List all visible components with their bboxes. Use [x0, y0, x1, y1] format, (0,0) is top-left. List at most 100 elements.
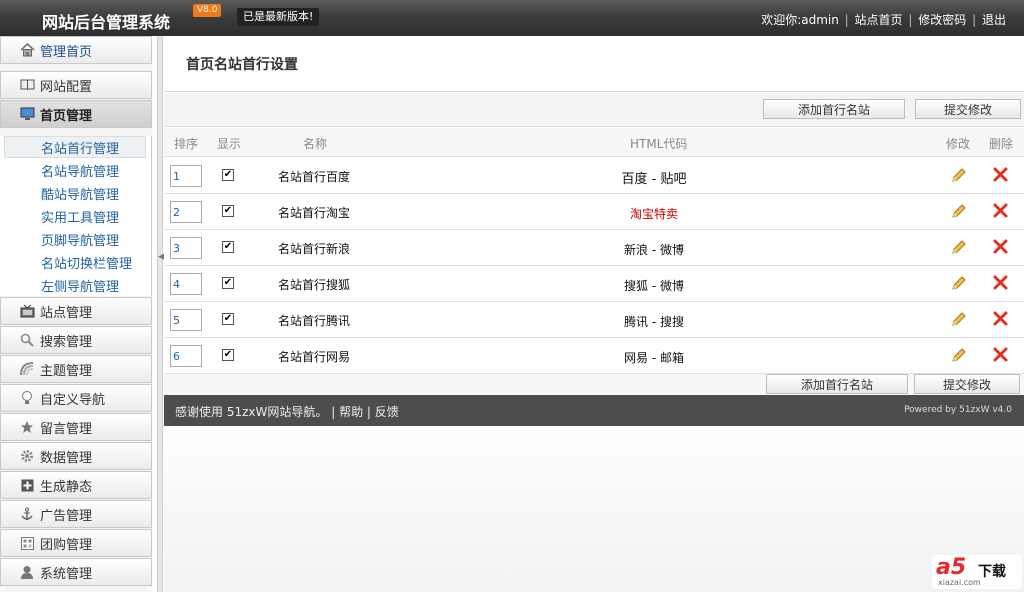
show-checkbox[interactable]: ✔: [222, 313, 234, 325]
site-name: 名站首行淘宝: [278, 206, 351, 220]
tv-icon: [19, 303, 35, 319]
sidebar-item-system-mgmt[interactable]: 系统管理: [0, 558, 152, 586]
show-checkbox[interactable]: ✔: [222, 277, 234, 289]
sidebar-item-label: 生成静态: [40, 479, 93, 495]
sidebar-item-label: 数据管理: [40, 450, 93, 466]
sort-order-input[interactable]: [170, 345, 202, 367]
monitor-icon: [19, 106, 35, 122]
delete-x-icon[interactable]: [993, 203, 1008, 221]
show-checkbox[interactable]: ✔: [222, 241, 234, 253]
sidebar-item-label: 站点管理: [40, 305, 93, 321]
sidebar-item-theme-mgmt[interactable]: 主题管理: [0, 355, 152, 383]
sidebar-item-message-mgmt[interactable]: 留言管理: [0, 413, 152, 441]
sidebar-item-ad-mgmt[interactable]: 广告管理: [0, 500, 152, 528]
sidebar: 管理首页 网站配置 首页管理 名站首行管理 名站导航管理 酷站导航管理 实用工具…: [0, 36, 152, 592]
sidebar-item-site-mgmt[interactable]: 站点管理: [0, 297, 152, 325]
sidebar-item-label: 管理首页: [40, 44, 93, 60]
site-name: 名站首行腾讯: [278, 314, 351, 328]
sidebar-item-label: 团购管理: [40, 537, 93, 553]
submit-changes-button-bottom[interactable]: 提交修改: [914, 374, 1020, 394]
subnav-item-cool-nav[interactable]: 酷站导航管理: [41, 184, 119, 203]
edit-pencil-icon[interactable]: [951, 275, 967, 294]
delete-x-icon[interactable]: [993, 275, 1008, 293]
sidebar-item-label: 广告管理: [40, 508, 93, 524]
plus-box-icon: [19, 477, 35, 493]
subnav-item-tools[interactable]: 实用工具管理: [41, 207, 119, 226]
sidebar-item-site-config[interactable]: 网站配置: [0, 71, 152, 99]
submit-changes-button[interactable]: 提交修改: [915, 99, 1021, 119]
html-code-preview[interactable]: 百度 - 贴吧: [554, 168, 754, 187]
sidebar-item-homepage-mgmt[interactable]: 首页管理: [0, 100, 152, 128]
delete-x-icon[interactable]: [993, 347, 1008, 365]
page-title: 首页名站首行设置: [186, 57, 298, 73]
footer-help-link[interactable]: 帮助: [339, 405, 363, 419]
sidebar-item-label: 留言管理: [40, 421, 93, 437]
subnav-item-footer-nav[interactable]: 页脚导航管理: [41, 230, 119, 249]
sort-order-input[interactable]: [170, 165, 202, 187]
gear-icon: [19, 448, 35, 464]
delete-x-icon[interactable]: [993, 311, 1008, 329]
sort-order-input[interactable]: [170, 273, 202, 295]
edit-pencil-icon[interactable]: [951, 347, 967, 366]
edit-pencil-icon[interactable]: [951, 203, 967, 222]
sidebar-item-search-mgmt[interactable]: 搜索管理: [0, 326, 152, 354]
html-code-preview[interactable]: 网易 - 邮箱: [554, 349, 754, 366]
main-content: 首页名站首行设置 添加首行名站 提交修改 排序 显示 名称 HTML代码 修改 …: [164, 36, 1024, 592]
subnav-item-left-nav[interactable]: 左侧导航管理: [41, 276, 119, 295]
edit-pencil-icon[interactable]: [951, 311, 967, 330]
show-checkbox[interactable]: ✔: [222, 349, 234, 361]
sort-order-input[interactable]: [170, 201, 202, 223]
sort-order-input[interactable]: [170, 309, 202, 331]
sidebar-item-custom-nav[interactable]: 自定义导航: [0, 384, 152, 412]
delete-x-icon[interactable]: [993, 239, 1008, 257]
subnav-item-famous-nav[interactable]: 名站导航管理: [41, 161, 119, 180]
footer-separator: |: [366, 405, 371, 419]
column-header-edit: 修改: [946, 137, 971, 151]
show-checkbox[interactable]: ✔: [222, 205, 234, 217]
add-first-row-site-button-bottom[interactable]: 添加首行名站: [766, 374, 908, 394]
sidebar-subnav: 名站首行管理 名站导航管理 酷站导航管理 实用工具管理 页脚导航管理 名站切换栏…: [0, 136, 152, 296]
nav-separator: |: [844, 13, 849, 27]
top-toolbar: 添加首行名站 提交修改: [164, 93, 1024, 127]
sidebar-item-data-mgmt[interactable]: 数据管理: [0, 442, 152, 470]
subnav-item-switch-bar[interactable]: 名站切换栏管理: [41, 253, 132, 272]
sidebar-item-label: 系统管理: [40, 566, 93, 582]
show-checkbox[interactable]: ✔: [222, 169, 234, 181]
sidebar-item-groupbuy-mgmt[interactable]: 团购管理: [0, 529, 152, 557]
column-header-delete: 删除: [989, 137, 1014, 151]
column-header-sort: 排序: [174, 137, 199, 151]
sidebar-item-admin-home[interactable]: 管理首页: [0, 36, 152, 64]
html-code-preview[interactable]: 新浪 - 微博: [554, 241, 754, 258]
site-name: 名站首行百度: [278, 170, 351, 184]
site-home-link[interactable]: 站点首页: [855, 13, 903, 27]
sort-order-input[interactable]: [170, 237, 202, 259]
footer-feedback-link[interactable]: 反馈: [375, 405, 399, 419]
user-icon: [19, 564, 35, 580]
change-password-link[interactable]: 修改密码: [918, 13, 966, 27]
table-row: ✔ 名站首行网易 网易 - 邮箱: [164, 338, 1024, 374]
add-first-row-site-button[interactable]: 添加首行名站: [763, 99, 905, 119]
nav-separator: |: [972, 13, 977, 27]
sidebar-item-generate-static[interactable]: 生成静态: [0, 471, 152, 499]
table-row: ✔ 名站首行腾讯 腾讯 - 搜搜: [164, 302, 1024, 338]
subnav-item-famous-first-row[interactable]: 名站首行管理: [41, 138, 119, 157]
delete-x-icon[interactable]: [993, 167, 1008, 185]
theme-icon: [19, 361, 35, 377]
edit-pencil-icon[interactable]: [951, 239, 967, 258]
table-header: 排序 显示 名称 HTML代码 修改 删除: [164, 128, 1024, 157]
column-header-html: HTML代码: [630, 137, 688, 151]
footer: 感谢使用 51zxW网站导航。 | 帮助 | 反馈 Powered by 51z…: [164, 395, 1024, 426]
footer-links: 感谢使用 51zxW网站导航。 | 帮助 | 反馈: [175, 403, 399, 420]
sidebar-splitter[interactable]: [157, 36, 163, 592]
table-row: ✔ 名站首行百度 百度 - 贴吧: [164, 158, 1024, 194]
html-code-preview[interactable]: 淘宝特卖: [554, 205, 754, 222]
page-title-bar: 首页名站首行设置: [164, 36, 1024, 92]
html-code-preview[interactable]: 搜狐 - 微博: [554, 277, 754, 294]
book-icon: [19, 77, 35, 93]
edit-pencil-icon[interactable]: [951, 167, 967, 186]
home-icon: [19, 42, 35, 58]
logout-link[interactable]: 退出: [982, 13, 1006, 27]
html-code-preview[interactable]: 腾讯 - 搜搜: [554, 313, 754, 330]
watermark-url: xiazai.com: [938, 578, 981, 587]
sidebar-item-label: 主题管理: [40, 363, 93, 379]
